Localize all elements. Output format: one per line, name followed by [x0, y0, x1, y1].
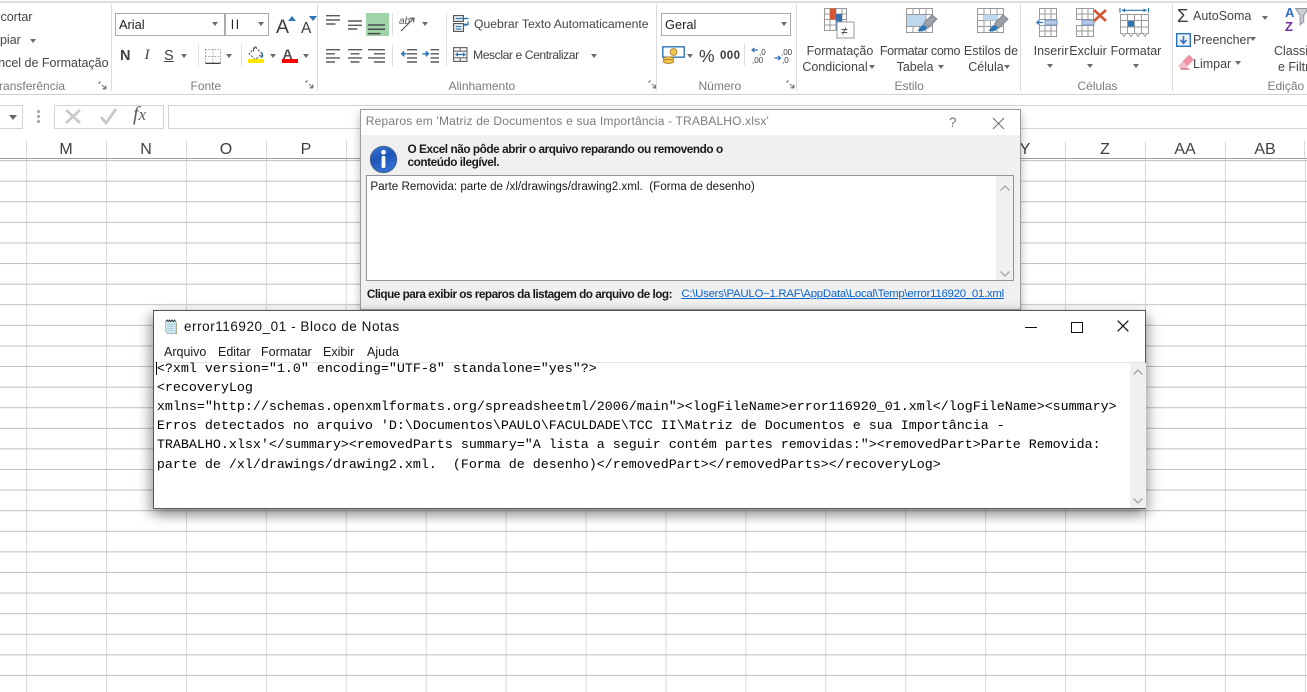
svg-text:ab: ab: [399, 16, 411, 27]
svg-text:≠: ≠: [841, 24, 848, 38]
svg-text:,0: ,0: [782, 56, 789, 64]
svg-text:,00: ,00: [752, 56, 764, 64]
